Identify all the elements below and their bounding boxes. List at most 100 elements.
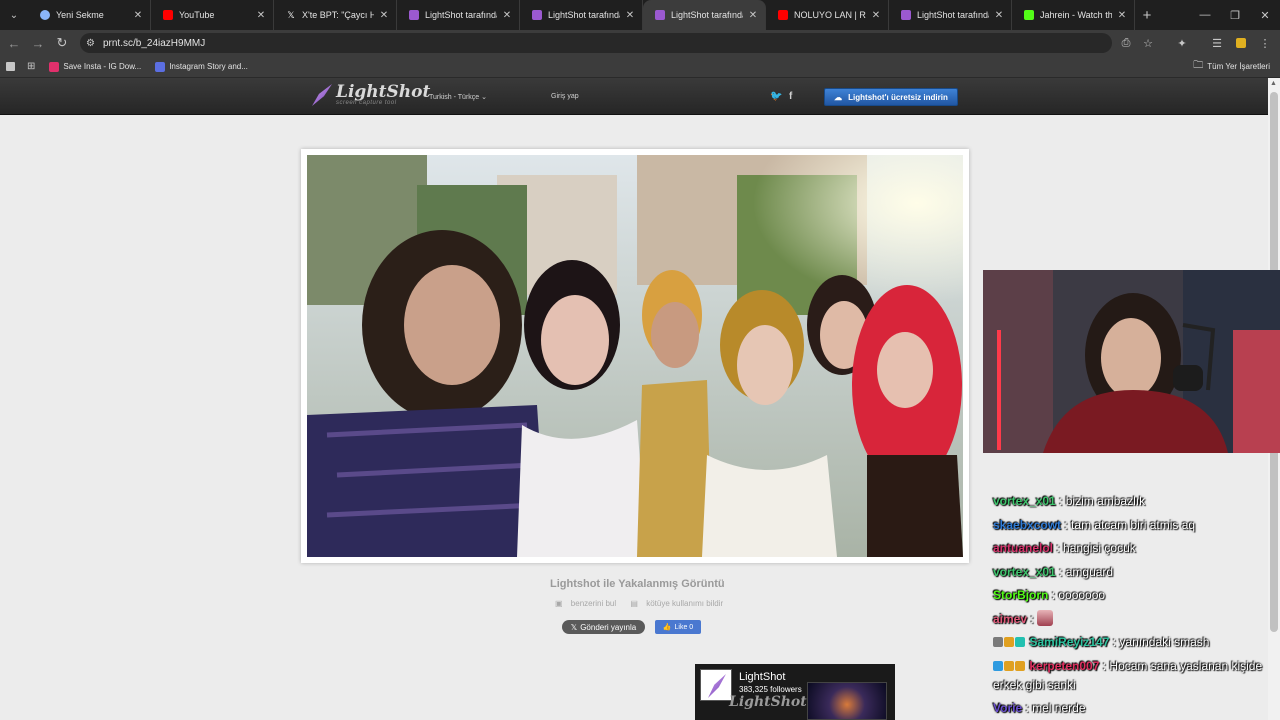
download-icon: ☁ bbox=[834, 92, 843, 102]
chat-username[interactable]: antuanelol bbox=[993, 541, 1053, 555]
close-window-button[interactable]: ✕ bbox=[1250, 0, 1280, 30]
chat-text: : bbox=[1030, 611, 1034, 626]
tab-title: NOLUYO LAN | Rudo bbox=[794, 10, 866, 20]
all-bookmarks[interactable]: 🗀 Tüm Yer İşaretleri bbox=[1193, 58, 1270, 75]
facebook-like-button[interactable]: 👍 Like 0 bbox=[655, 620, 701, 634]
tab-strip: ⌄ Yeni Sekme ✕ YouTube ✕ 𝕏 X'te BPT: "Çaycı… bbox=[0, 0, 1280, 30]
chat-message: kerpeten007 : Hocam sana yaslanan kişide… bbox=[993, 657, 1268, 695]
tab-2[interactable]: 𝕏 X'te BPT: "Çaycı Hüse ✕ bbox=[274, 0, 397, 30]
close-icon[interactable]: ✕ bbox=[255, 10, 267, 21]
tab-8[interactable]: Jahrein - Watch the ✕ bbox=[1012, 0, 1135, 30]
stream-chat: vortex_x01 : bizim ambazlık skaebxcowt :… bbox=[993, 490, 1268, 720]
x-logo-icon: 𝕏 bbox=[570, 622, 578, 632]
badge-icon bbox=[993, 660, 1003, 671]
chat-username[interactable]: SamiReyiz147 bbox=[1029, 635, 1109, 649]
menu-icon[interactable]: ⋮ bbox=[1252, 30, 1278, 56]
close-icon: ✕ bbox=[1260, 9, 1270, 22]
tab-6[interactable]: NOLUYO LAN | Rudo ✕ bbox=[766, 0, 889, 30]
fb-cover-image bbox=[807, 682, 887, 720]
close-icon[interactable]: ✕ bbox=[378, 10, 390, 21]
reload-button[interactable]: ↻ bbox=[50, 30, 74, 56]
chat-message: aimev : bbox=[993, 608, 1268, 632]
facebook-icon[interactable]: f bbox=[789, 91, 792, 102]
bookmark-save-insta[interactable]: Save Insta - IG Dow... bbox=[49, 61, 141, 72]
bookmark-instagram-story[interactable]: Instagram Story and... bbox=[155, 61, 248, 72]
group-photo bbox=[307, 155, 963, 557]
tab-4[interactable]: LightShot tarafından ✕ bbox=[520, 0, 643, 30]
logo-title: LightShot bbox=[336, 82, 431, 102]
address-bar[interactable]: ⚙ prnt.sc/b_24iazH9MMJ bbox=[80, 33, 1112, 53]
close-icon[interactable]: ✕ bbox=[870, 10, 882, 21]
badge-icon bbox=[1015, 637, 1025, 647]
tab-title: YouTube bbox=[179, 10, 215, 20]
minimize-button[interactable]: — bbox=[1190, 0, 1220, 30]
url-text[interactable]: prnt.sc/b_24iazH9MMJ bbox=[103, 38, 205, 49]
tab-0[interactable]: Yeni Sekme ✕ bbox=[28, 0, 151, 30]
chat-text: : mel nerde bbox=[1025, 700, 1086, 715]
chat-message: vortex_x01 : bizim ambazlık bbox=[993, 490, 1268, 514]
tab-title: LightShot tarafından bbox=[671, 10, 743, 20]
bookmarks-bar: ⊞ Save Insta - IG Dow... Instagram Story… bbox=[0, 56, 1280, 78]
apps-icon[interactable] bbox=[6, 62, 15, 71]
back-button[interactable]: ← bbox=[2, 30, 26, 56]
chat-username[interactable]: vortex_x01 bbox=[993, 565, 1056, 579]
chat-message: Vorie : mel nerde bbox=[993, 697, 1268, 720]
close-icon[interactable]: ✕ bbox=[501, 10, 513, 21]
find-similar-link[interactable]: ▣ benzerini bul bbox=[555, 599, 622, 608]
chat-message: vortex_x01 : amguard bbox=[993, 561, 1268, 585]
download-button[interactable]: ☁ Lightshot'ı ücretsiz indirin bbox=[824, 88, 958, 106]
thumbs-up-icon: 👍 bbox=[662, 624, 672, 631]
share-button-label: Gönderi yayınla bbox=[580, 622, 637, 632]
tab-3[interactable]: LightShot tarafından ✕ bbox=[397, 0, 520, 30]
minimize-icon: — bbox=[1199, 9, 1211, 21]
forward-button[interactable]: → bbox=[26, 30, 50, 56]
fb-page-name[interactable]: LightShot bbox=[739, 671, 785, 683]
site-info-icon[interactable]: ⚙ bbox=[86, 38, 95, 49]
close-icon[interactable]: ✕ bbox=[1116, 10, 1128, 21]
facebook-page-widget[interactable]: LightShot 383,325 followers LightShot bbox=[695, 664, 895, 720]
lightshot-logo[interactable]: LightShot screen capture tool bbox=[312, 84, 430, 106]
find-similar-label: benzerini bul bbox=[570, 599, 617, 608]
extensions-icon[interactable]: ✦ bbox=[1169, 30, 1195, 56]
chat-username[interactable]: vortex_x01 bbox=[993, 494, 1056, 508]
tab-favicon bbox=[40, 10, 50, 20]
close-icon[interactable]: ✕ bbox=[747, 10, 759, 21]
chat-username[interactable]: kerpeten007 bbox=[1029, 659, 1099, 673]
twitter-icon[interactable]: 🐦 bbox=[770, 91, 782, 102]
badge-icon bbox=[993, 637, 1003, 647]
share-post-button[interactable]: 𝕏 Gönderi yayınla bbox=[562, 620, 645, 634]
scroll-up-icon[interactable]: ▲ bbox=[1270, 80, 1277, 87]
grid-icon[interactable]: ⊞ bbox=[27, 61, 35, 72]
login-link[interactable]: Giriş yap bbox=[551, 93, 579, 100]
tab-5-active[interactable]: LightShot tarafından ✕ bbox=[643, 0, 766, 30]
camera-icon: ▣ bbox=[555, 599, 563, 608]
screenshot-image[interactable] bbox=[307, 155, 963, 557]
lightshot-feather-icon bbox=[901, 10, 911, 20]
tab-1[interactable]: YouTube ✕ bbox=[151, 0, 274, 30]
tab-search-button[interactable]: ⌄ bbox=[0, 0, 28, 30]
tab-title: Jahrein - Watch the bbox=[1040, 10, 1112, 20]
bookmark-favicon bbox=[155, 61, 166, 72]
chat-username[interactable]: Vorie bbox=[993, 701, 1022, 715]
youtube-icon bbox=[163, 10, 173, 20]
chat-username[interactable]: StorBjorn bbox=[993, 588, 1048, 602]
close-icon[interactable]: ✕ bbox=[132, 10, 144, 21]
tab-7[interactable]: LightShot tarafından ✕ bbox=[889, 0, 1012, 30]
language-selector[interactable]: Turkish - Türkçe ⌄ bbox=[429, 93, 487, 101]
like-button-label: Like 0 bbox=[674, 623, 694, 631]
new-tab-button[interactable]: + bbox=[1135, 0, 1159, 30]
folder-icon: 🗀 bbox=[1193, 60, 1204, 71]
report-link[interactable]: ▤ kötüye kullanımı bildir bbox=[630, 599, 729, 608]
chat-message: StorBjorn : ooooooo bbox=[993, 584, 1268, 608]
fb-followers-count: 383,325 followers bbox=[739, 685, 802, 694]
close-icon[interactable]: ✕ bbox=[624, 10, 636, 21]
language-label: Turkish - Türkçe bbox=[429, 94, 480, 101]
star-icon[interactable]: ☆ bbox=[1135, 30, 1161, 56]
restore-button[interactable]: ❐ bbox=[1220, 0, 1250, 30]
close-icon[interactable]: ✕ bbox=[993, 10, 1005, 21]
reading-list-icon[interactable]: ☰ bbox=[1204, 30, 1230, 56]
chat-message: skaebxcowt : tam atcam biri atmis aq bbox=[993, 514, 1268, 538]
chat-username[interactable]: skaebxcowt bbox=[993, 518, 1061, 532]
profile-icon[interactable] bbox=[1228, 30, 1254, 56]
chat-username[interactable]: aimev bbox=[993, 612, 1027, 626]
